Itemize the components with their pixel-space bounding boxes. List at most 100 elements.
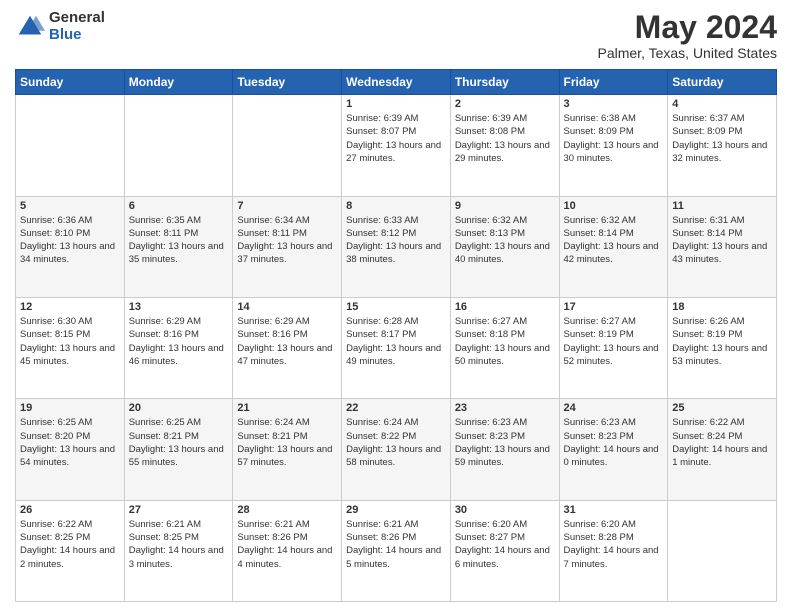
day-number: 13	[129, 301, 229, 313]
calendar-cell: 16 Sunrise: 6:27 AMSunset: 8:18 PMDayligh…	[450, 297, 559, 398]
calendar-cell: 1Sunrise: 6:39 AMSunset: 8:07 PMDaylight…	[342, 95, 451, 196]
calendar-cell: 28 Sunrise: 6:21 AMSunset: 8:26 PMDayligh…	[233, 500, 342, 601]
day-number: 24	[564, 402, 664, 414]
calendar-cell: 5 Sunrise: 6:36 AMSunset: 8:10 PMDaylight…	[16, 196, 125, 297]
calendar-cell	[124, 95, 233, 196]
day-number: 3	[564, 98, 664, 110]
calendar-cell: 9Sunrise: 6:32 AMSunset: 8:13 PMDaylight…	[450, 196, 559, 297]
day-number: 19	[20, 402, 120, 414]
day-info: Sunrise: 6:30 AMSunset: 8:15 PMDaylight:…	[20, 315, 120, 368]
calendar-header-saturday: Saturday	[668, 70, 777, 95]
day-number: 14	[237, 301, 337, 313]
day-number: 21	[237, 402, 337, 414]
calendar-cell	[233, 95, 342, 196]
title-block: May 2024 Palmer, Texas, United States	[598, 10, 778, 61]
day-number: 6	[129, 200, 229, 212]
day-number: 31	[564, 504, 664, 516]
calendar-cell: 27 Sunrise: 6:21 AMSunset: 8:25 PMDayligh…	[124, 500, 233, 601]
calendar-header-wednesday: Wednesday	[342, 70, 451, 95]
calendar-header-sunday: Sunday	[16, 70, 125, 95]
day-info: Sunrise: 6:22 AMSunset: 8:24 PMDaylight:…	[672, 416, 772, 469]
calendar-cell: 24 Sunrise: 6:23 AMSunset: 8:23 PMDayligh…	[559, 399, 668, 500]
day-number: 16	[455, 301, 555, 313]
calendar-cell: 22 Sunrise: 6:24 AMSunset: 8:22 PMDayligh…	[342, 399, 451, 500]
day-info: Sunrise: 6:24 AMSunset: 8:22 PMDaylight:…	[346, 416, 446, 469]
logo-text: General Blue	[49, 10, 105, 43]
day-number: 11	[672, 200, 772, 212]
subtitle: Palmer, Texas, United States	[598, 45, 778, 61]
day-info: Sunrise: 6:23 AMSunset: 8:23 PMDaylight:…	[455, 416, 555, 469]
day-info: Sunrise: 6:32 AMSunset: 8:14 PMDaylight:…	[564, 214, 664, 267]
day-number: 12	[20, 301, 120, 313]
calendar-cell: 25 Sunrise: 6:22 AMSunset: 8:24 PMDayligh…	[668, 399, 777, 500]
calendar-cell: 15 Sunrise: 6:28 AMSunset: 8:17 PMDayligh…	[342, 297, 451, 398]
calendar-header-row: SundayMondayTuesdayWednesdayThursdayFrid…	[16, 70, 777, 95]
day-info: Sunrise: 6:23 AMSunset: 8:23 PMDaylight:…	[564, 416, 664, 469]
day-info: Sunrise: 6:33 AMSunset: 8:12 PMDaylight:…	[346, 214, 446, 267]
day-number: 30	[455, 504, 555, 516]
logo: General Blue	[15, 10, 105, 43]
day-info: Sunrise: 6:28 AMSunset: 8:17 PMDaylight:…	[346, 315, 446, 368]
day-info: Sunrise: 6:36 AMSunset: 8:10 PMDaylight:…	[20, 214, 120, 267]
day-info: Sunrise: 6:35 AMSunset: 8:11 PMDaylight:…	[129, 214, 229, 267]
day-info: Sunrise: 6:39 AMSunset: 8:08 PMDaylight:…	[455, 112, 555, 165]
day-number: 2	[455, 98, 555, 110]
page: General Blue May 2024 Palmer, Texas, Uni…	[0, 0, 792, 612]
day-info: Sunrise: 6:24 AMSunset: 8:21 PMDaylight:…	[237, 416, 337, 469]
day-info: Sunrise: 6:27 AMSunset: 8:19 PMDaylight:…	[564, 315, 664, 368]
calendar-header-thursday: Thursday	[450, 70, 559, 95]
day-number: 8	[346, 200, 446, 212]
calendar-cell: 14 Sunrise: 6:29 AMSunset: 8:16 PMDayligh…	[233, 297, 342, 398]
calendar-cell: 31Sunrise: 6:20 AMSunset: 8:28 PMDayligh…	[559, 500, 668, 601]
day-number: 5	[20, 200, 120, 212]
calendar-header-tuesday: Tuesday	[233, 70, 342, 95]
day-number: 29	[346, 504, 446, 516]
day-info: Sunrise: 6:31 AMSunset: 8:14 PMDaylight:…	[672, 214, 772, 267]
day-info: Sunrise: 6:21 AMSunset: 8:26 PMDaylight:…	[346, 518, 446, 571]
calendar-cell: 23Sunrise: 6:23 AMSunset: 8:23 PMDayligh…	[450, 399, 559, 500]
day-info: Sunrise: 6:27 AMSunset: 8:18 PMDaylight:…	[455, 315, 555, 368]
day-number: 10	[564, 200, 664, 212]
calendar-week-5: 26Sunrise: 6:22 AMSunset: 8:25 PMDayligh…	[16, 500, 777, 601]
calendar-cell: 3 Sunrise: 6:38 AMSunset: 8:09 PMDaylight…	[559, 95, 668, 196]
day-number: 27	[129, 504, 229, 516]
day-number: 17	[564, 301, 664, 313]
day-info: Sunrise: 6:25 AMSunset: 8:20 PMDaylight:…	[20, 416, 120, 469]
day-info: Sunrise: 6:21 AMSunset: 8:26 PMDaylight:…	[237, 518, 337, 571]
calendar-cell: 8 Sunrise: 6:33 AMSunset: 8:12 PMDaylight…	[342, 196, 451, 297]
day-info: Sunrise: 6:37 AMSunset: 8:09 PMDaylight:…	[672, 112, 772, 165]
calendar-cell: 10 Sunrise: 6:32 AMSunset: 8:14 PMDayligh…	[559, 196, 668, 297]
calendar-cell: 12 Sunrise: 6:30 AMSunset: 8:15 PMDayligh…	[16, 297, 125, 398]
day-info: Sunrise: 6:29 AMSunset: 8:16 PMDaylight:…	[237, 315, 337, 368]
day-number: 26	[20, 504, 120, 516]
calendar-cell: 29 Sunrise: 6:21 AMSunset: 8:26 PMDayligh…	[342, 500, 451, 601]
day-info: Sunrise: 6:34 AMSunset: 8:11 PMDaylight:…	[237, 214, 337, 267]
calendar-cell	[16, 95, 125, 196]
day-info: Sunrise: 6:38 AMSunset: 8:09 PMDaylight:…	[564, 112, 664, 165]
logo-general-text: General	[49, 10, 105, 27]
day-number: 15	[346, 301, 446, 313]
calendar-cell: 4 Sunrise: 6:37 AMSunset: 8:09 PMDaylight…	[668, 95, 777, 196]
calendar-cell: 18Sunrise: 6:26 AMSunset: 8:19 PMDayligh…	[668, 297, 777, 398]
day-number: 4	[672, 98, 772, 110]
calendar-table: SundayMondayTuesdayWednesdayThursdayFrid…	[15, 69, 777, 602]
day-number: 7	[237, 200, 337, 212]
calendar-cell: 30Sunrise: 6:20 AMSunset: 8:27 PMDayligh…	[450, 500, 559, 601]
day-info: Sunrise: 6:21 AMSunset: 8:25 PMDaylight:…	[129, 518, 229, 571]
calendar-cell: 7 Sunrise: 6:34 AMSunset: 8:11 PMDaylight…	[233, 196, 342, 297]
calendar-cell: 19 Sunrise: 6:25 AMSunset: 8:20 PMDayligh…	[16, 399, 125, 500]
logo-blue-text: Blue	[49, 27, 105, 44]
day-number: 18	[672, 301, 772, 313]
calendar-header-friday: Friday	[559, 70, 668, 95]
calendar-cell: 2 Sunrise: 6:39 AMSunset: 8:08 PMDaylight…	[450, 95, 559, 196]
calendar-cell: 26Sunrise: 6:22 AMSunset: 8:25 PMDayligh…	[16, 500, 125, 601]
day-number: 25	[672, 402, 772, 414]
day-number: 22	[346, 402, 446, 414]
calendar-week-4: 19 Sunrise: 6:25 AMSunset: 8:20 PMDayligh…	[16, 399, 777, 500]
header: General Blue May 2024 Palmer, Texas, Uni…	[15, 10, 777, 61]
day-number: 28	[237, 504, 337, 516]
calendar-week-1: 1Sunrise: 6:39 AMSunset: 8:07 PMDaylight…	[16, 95, 777, 196]
calendar-cell: 6 Sunrise: 6:35 AMSunset: 8:11 PMDaylight…	[124, 196, 233, 297]
day-number: 1	[346, 98, 446, 110]
calendar-week-2: 5 Sunrise: 6:36 AMSunset: 8:10 PMDaylight…	[16, 196, 777, 297]
